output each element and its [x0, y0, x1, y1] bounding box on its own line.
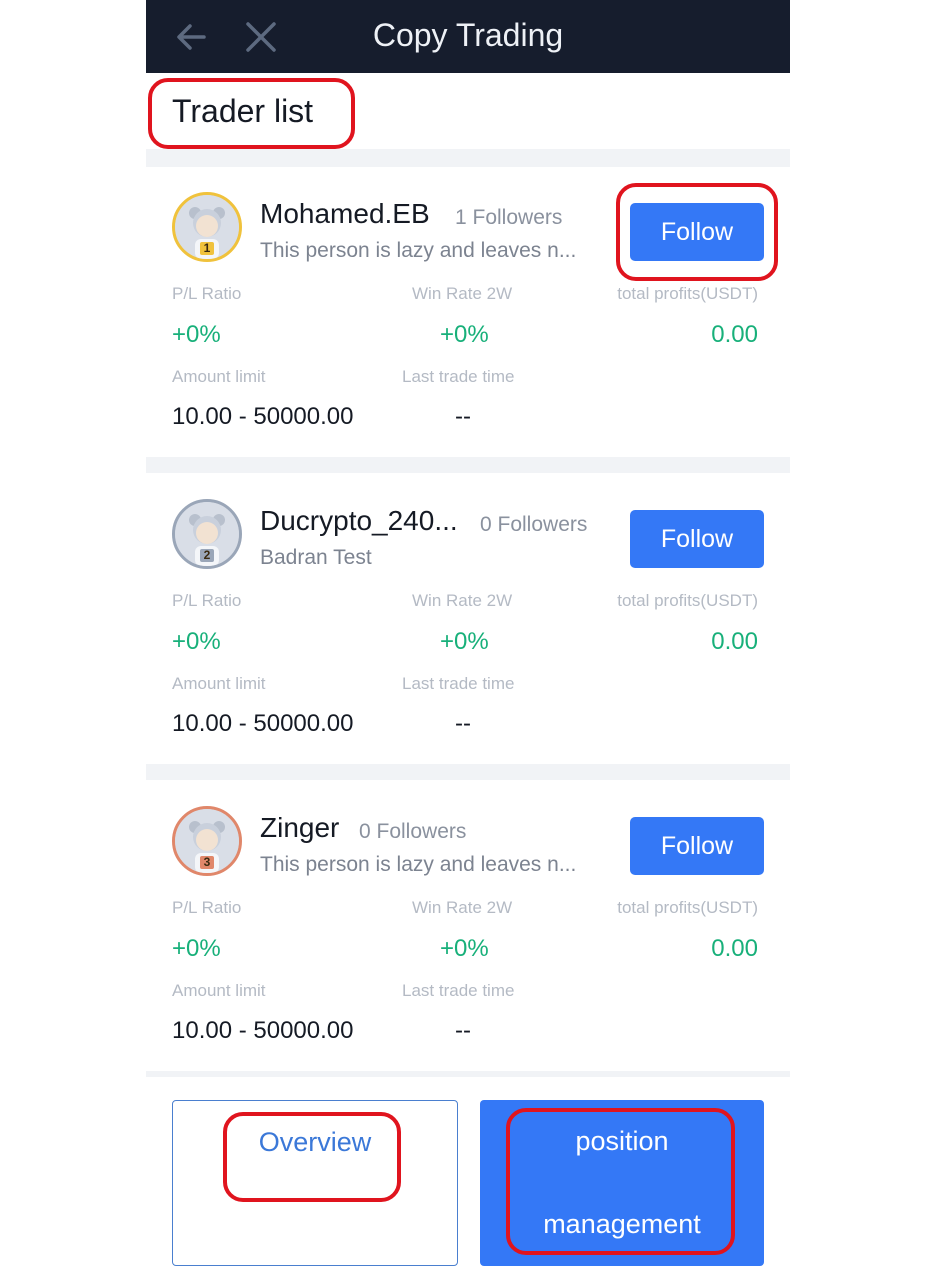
trader-card[interactable]: 1 Mohamed.EB 1 Followers This person is laz… [146, 167, 790, 457]
win-rate-value: +0% [440, 321, 489, 348]
position-management-button[interactable]: position management [480, 1100, 764, 1266]
total-profits-value: 0.00 [711, 321, 758, 348]
separator [146, 1071, 790, 1077]
pl-ratio-label: P/L Ratio [172, 284, 242, 303]
pl-ratio-value: +0% [172, 628, 221, 655]
pl-ratio-label: P/L Ratio [172, 591, 242, 610]
amount-limit-value: 10.00 - 50000.00 [172, 403, 354, 430]
page-title: Copy Trading [372, 17, 564, 53]
pl-ratio-value: +0% [172, 935, 221, 962]
amount-limit-value: 10.00 - 50000.00 [172, 710, 354, 737]
trader-name[interactable]: Zinger [260, 811, 339, 845]
separator [146, 764, 790, 780]
total-profits-label: total profits(USDT) [617, 591, 758, 610]
total-profits-value: 0.00 [711, 935, 758, 962]
follow-button[interactable]: Follow [630, 510, 764, 568]
amount-limit-value: 10.00 - 50000.00 [172, 1017, 354, 1044]
last-trade-time-value: -- [455, 1017, 471, 1044]
total-profits-value: 0.00 [711, 628, 758, 655]
trader-description: Badran Test [260, 546, 372, 569]
trader-description: This person is lazy and leaves n... [260, 239, 577, 262]
last-trade-time-value: -- [455, 710, 471, 737]
pl-ratio-label: P/L Ratio [172, 898, 242, 917]
amount-limit-label: Amount limit [172, 981, 266, 1000]
position-management-label-line2: management [543, 1209, 701, 1239]
copy-trading-screen: Copy Trading Trader list 1 Mohamed.EB 1 Fo… [146, 0, 790, 1280]
last-trade-time-label: Last trade time [402, 981, 515, 1000]
separator [146, 149, 790, 167]
follower-count: 0 Followers [480, 513, 588, 536]
total-profits-label: total profits(USDT) [617, 898, 758, 917]
trader-card[interactable]: 3 Zinger 0 Followers This person is lazy an… [146, 781, 790, 1071]
win-rate-label: Win Rate 2W [412, 898, 513, 917]
total-profits-label: total profits(USDT) [617, 284, 758, 303]
rank-badge: 3 [203, 855, 211, 869]
trader-avatar[interactable]: 1 [172, 192, 242, 262]
pl-ratio-value: +0% [172, 321, 221, 348]
win-rate-label: Win Rate 2W [412, 284, 513, 303]
win-rate-label: Win Rate 2W [412, 591, 513, 610]
trader-list-heading: Trader list [172, 93, 314, 129]
win-rate-value: +0% [440, 628, 489, 655]
last-trade-time-label: Last trade time [402, 674, 515, 693]
follow-button[interactable]: Follow [630, 203, 764, 261]
last-trade-time-value: -- [455, 403, 471, 430]
win-rate-value: +0% [440, 935, 489, 962]
amount-limit-label: Amount limit [172, 367, 266, 386]
trader-avatar[interactable]: 3 [172, 806, 242, 876]
rank-badge: 1 [203, 241, 211, 255]
trader-avatar[interactable]: 2 [172, 499, 242, 569]
rank-badge: 2 [203, 548, 211, 562]
amount-limit-label: Amount limit [172, 674, 266, 693]
overview-button[interactable]: Overview [172, 1100, 458, 1266]
trader-name[interactable]: Mohamed.EB [260, 197, 430, 231]
last-trade-time-label: Last trade time [402, 367, 515, 386]
trader-card[interactable]: 2 Ducrypto_240... 0 Followers Badran Test Fo… [146, 474, 790, 764]
follower-count: 0 Followers [359, 820, 467, 843]
separator [146, 457, 790, 473]
trader-name[interactable]: Ducrypto_240... [260, 504, 458, 538]
follower-count: 1 Followers [455, 206, 563, 229]
follow-button[interactable]: Follow [630, 817, 764, 875]
top-bar: Copy Trading [146, 0, 790, 73]
overview-label: Overview [258, 1127, 372, 1157]
trader-description: This person is lazy and leaves n... [260, 853, 577, 876]
position-management-label-line1: position [575, 1126, 669, 1156]
